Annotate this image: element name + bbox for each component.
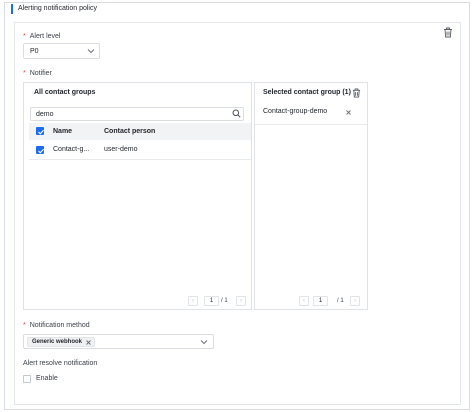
selected-divider xyxy=(255,124,367,125)
next-page-button[interactable]: › xyxy=(350,296,360,306)
prev-page-button[interactable]: ‹ xyxy=(188,296,198,306)
table-header: Name Contact person xyxy=(29,123,251,140)
row-contact-person: user-demo xyxy=(104,146,138,153)
notifier-text: Notifier xyxy=(29,70,52,77)
resolve-notification-label: Alert resolve notification xyxy=(23,360,98,367)
page-input[interactable]: 1 xyxy=(204,296,219,306)
notification-method-label: * Notification method xyxy=(23,321,90,331)
search-icon[interactable] xyxy=(232,109,241,118)
notification-method-text: Notification method xyxy=(29,322,90,329)
page-input[interactable]: 1 xyxy=(313,296,328,306)
close-icon[interactable] xyxy=(85,339,92,346)
enable-checkbox[interactable] xyxy=(23,375,31,383)
page-total: / 1 xyxy=(337,298,344,304)
required-mark: * xyxy=(23,33,26,40)
method-tag-label: Generic webhook xyxy=(32,339,83,345)
search-value: demo xyxy=(36,111,54,118)
alert-level-value: P0 xyxy=(30,48,39,55)
column-name: Name xyxy=(53,128,73,135)
row-divider xyxy=(29,159,251,160)
required-mark: * xyxy=(23,70,26,77)
checkbox-checked-icon xyxy=(38,129,44,135)
section-title: Alerting notification policy xyxy=(11,4,97,14)
group-search-input[interactable]: demo xyxy=(30,107,244,121)
trash-icon[interactable] xyxy=(443,27,453,38)
method-tag: Generic webhook xyxy=(27,337,96,347)
all-groups-header: All contact groups xyxy=(34,89,96,96)
enable-label[interactable]: Enable xyxy=(36,374,58,384)
prev-page-button[interactable]: ‹ xyxy=(299,296,309,306)
row-name[interactable]: Contact-g... xyxy=(53,145,89,155)
all-groups-pager: ‹ 1 / 1 › xyxy=(188,296,248,306)
page-total: / 1 xyxy=(221,298,228,304)
chevron-down-icon xyxy=(87,49,95,54)
notifier-label: * Notifier xyxy=(23,69,52,79)
checkbox-checked-icon xyxy=(38,148,44,154)
required-mark: * xyxy=(23,322,26,329)
alert-level-label: * Alert level xyxy=(23,32,60,42)
chevron-down-icon xyxy=(200,340,208,345)
selected-groups-header: Selected contact group (1) xyxy=(263,89,351,96)
close-icon[interactable] xyxy=(345,109,352,116)
column-contact-person: Contact person xyxy=(104,128,156,135)
notification-method-select[interactable]: Generic webhook xyxy=(23,334,214,349)
trash-icon[interactable] xyxy=(352,88,361,98)
row-checkbox[interactable] xyxy=(36,146,44,154)
next-page-button[interactable]: › xyxy=(236,296,246,306)
alert-level-select[interactable]: P0 xyxy=(23,43,100,59)
selected-group-item: Contact-group-demo xyxy=(263,108,328,115)
alert-level-text: Alert level xyxy=(29,33,61,40)
select-all-checkbox[interactable] xyxy=(36,127,44,135)
selected-groups-pager: ‹ 1 / 1 › xyxy=(299,296,361,306)
